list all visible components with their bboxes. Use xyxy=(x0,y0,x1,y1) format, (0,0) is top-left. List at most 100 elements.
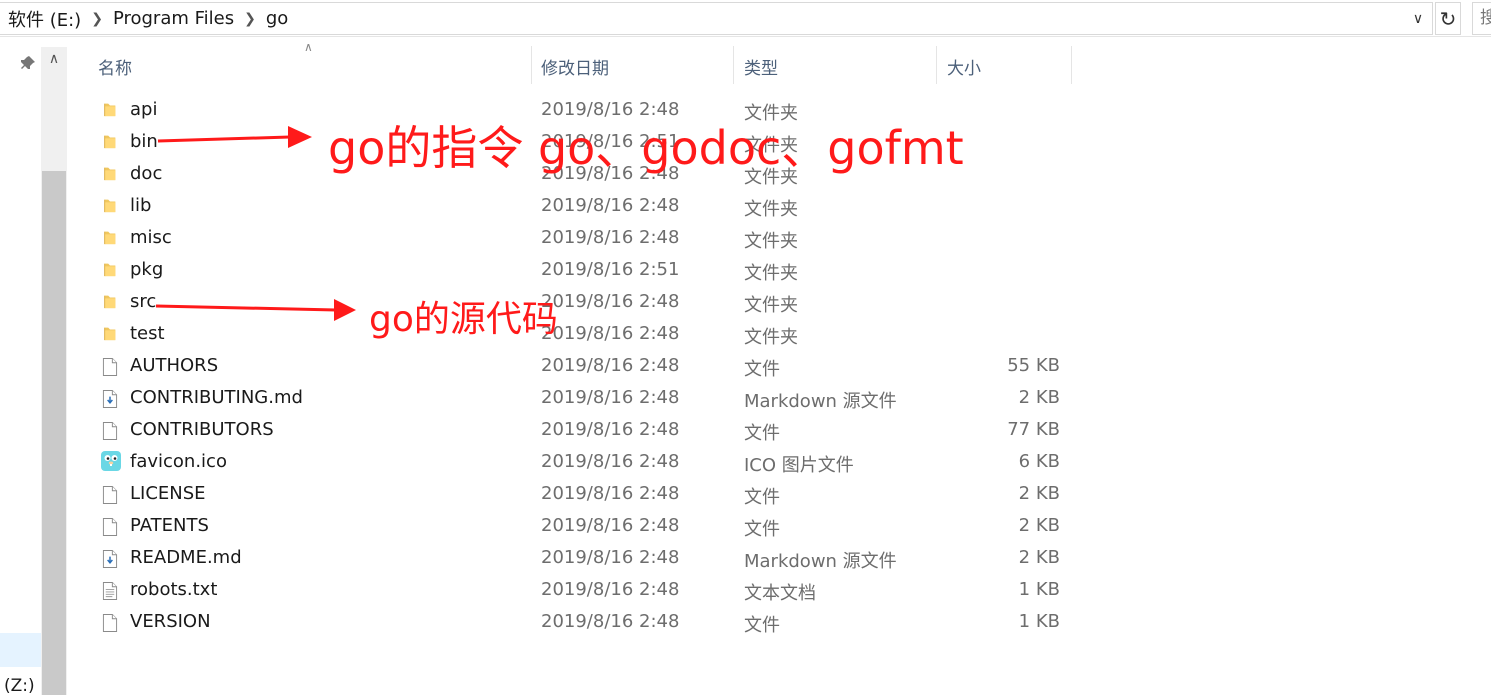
breadcrumb-go[interactable]: go xyxy=(262,8,292,29)
file-type: 文件 xyxy=(744,519,780,540)
file-date: 2019/8/16 2:48 xyxy=(541,355,680,376)
file-type: 文件夹 xyxy=(744,231,798,252)
column-header-name[interactable]: 名称 xyxy=(88,46,530,86)
file-icon xyxy=(102,357,120,376)
file-date: 2019/8/16 2:48 xyxy=(541,451,680,472)
refresh-button[interactable]: ↻ xyxy=(1435,2,1461,35)
file-row[interactable]: misc 2019/8/16 2:48 文件夹 xyxy=(0,222,1491,254)
search-input[interactable]: 搜 xyxy=(1472,2,1491,35)
file-name[interactable]: misc xyxy=(130,227,172,248)
file-icon xyxy=(102,421,120,440)
file-date: 2019/8/16 2:51 xyxy=(541,259,680,280)
file-name[interactable]: VERSION xyxy=(130,611,211,632)
file-name[interactable]: bin xyxy=(130,131,158,152)
file-type: Markdown 源文件 xyxy=(744,391,897,412)
address-field[interactable]: 软件 (E:) ❯ Program Files ❯ go ∨ xyxy=(0,2,1433,35)
file-type: 文件 xyxy=(744,359,780,380)
file-name[interactable]: README.md xyxy=(130,547,242,568)
file-row[interactable]: test 2019/8/16 2:48 文件夹 xyxy=(0,318,1491,350)
file-row[interactable]: favicon.ico 2019/8/16 2:48 ICO 图片文件 6 KB xyxy=(0,446,1491,478)
file-name[interactable]: src xyxy=(130,291,156,312)
file-row[interactable]: VERSION 2019/8/16 2:48 文件 1 KB xyxy=(0,606,1491,638)
folder-icon xyxy=(102,229,120,248)
column-header-date[interactable]: 修改日期 xyxy=(531,46,733,86)
file-size: 6 KB xyxy=(1018,451,1060,472)
annotation-bin-note: go的指令 go、godoc、gofmt xyxy=(328,121,964,175)
file-type: 文件夹 xyxy=(744,327,798,348)
file-name[interactable]: api xyxy=(130,99,157,120)
file-name[interactable]: doc xyxy=(130,163,162,184)
file-type: Markdown 源文件 xyxy=(744,551,897,572)
pin-icon[interactable] xyxy=(20,55,36,71)
file-type: 文本文档 xyxy=(744,583,816,604)
file-row[interactable]: README.md 2019/8/16 2:48 Markdown 源文件 2 KB xyxy=(0,542,1491,574)
gopher-icon xyxy=(101,451,121,472)
file-type: 文件 xyxy=(744,487,780,508)
markdown-file-icon xyxy=(102,389,120,408)
file-row[interactable]: LICENSE 2019/8/16 2:48 文件 2 KB xyxy=(0,478,1491,510)
file-size: 2 KB xyxy=(1018,547,1060,568)
chevron-right-icon[interactable]: ❯ xyxy=(85,11,109,27)
scroll-up-icon[interactable]: ∧ xyxy=(41,51,67,71)
column-header-type[interactable]: 类型 xyxy=(734,46,936,86)
file-type: 文件夹 xyxy=(744,263,798,284)
file-date: 2019/8/16 2:48 xyxy=(541,227,680,248)
file-type: ICO 图片文件 xyxy=(744,455,854,476)
file-row[interactable]: AUTHORS 2019/8/16 2:48 文件 55 KB xyxy=(0,350,1491,382)
file-size: 2 KB xyxy=(1018,387,1060,408)
breadcrumb-program-files[interactable]: Program Files xyxy=(109,8,238,29)
file-row[interactable]: pkg 2019/8/16 2:51 文件夹 xyxy=(0,254,1491,286)
chevron-right-icon[interactable]: ❯ xyxy=(238,11,262,27)
file-type: 文件夹 xyxy=(744,295,798,316)
file-date: 2019/8/16 2:48 xyxy=(541,547,680,568)
file-icon xyxy=(102,485,120,504)
folder-icon xyxy=(102,325,120,344)
chevron-down-icon[interactable]: ∨ xyxy=(1408,7,1428,31)
file-name[interactable]: test xyxy=(130,323,165,344)
file-type: 文件 xyxy=(744,423,780,444)
nav-selected-item[interactable] xyxy=(0,633,41,667)
file-type: 文件 xyxy=(744,615,780,636)
file-row[interactable]: PATENTS 2019/8/16 2:48 文件 2 KB xyxy=(0,510,1491,542)
folder-icon xyxy=(102,133,120,152)
file-size: 55 KB xyxy=(1007,355,1060,376)
breadcrumb-drive[interactable]: 软件 (E:) xyxy=(0,6,85,32)
column-divider[interactable] xyxy=(1071,46,1072,84)
annotation-src-note: go的源代码 xyxy=(369,299,558,340)
folder-icon xyxy=(102,261,120,280)
address-bar: 软件 (E:) ❯ Program Files ❯ go ∨ ↻ 搜 xyxy=(0,0,1491,37)
file-date: 2019/8/16 2:48 xyxy=(541,195,680,216)
file-size: 2 KB xyxy=(1018,515,1060,536)
file-name[interactable]: robots.txt xyxy=(130,579,217,600)
file-name[interactable]: pkg xyxy=(130,259,163,280)
file-row[interactable]: CONTRIBUTORS 2019/8/16 2:48 文件 77 KB xyxy=(0,414,1491,446)
file-icon xyxy=(102,613,120,632)
file-date: 2019/8/16 2:48 xyxy=(541,611,680,632)
file-row[interactable]: src 2019/8/16 2:48 文件夹 xyxy=(0,286,1491,318)
file-type: 文件夹 xyxy=(744,199,798,220)
file-row[interactable]: lib 2019/8/16 2:48 文件夹 xyxy=(0,190,1491,222)
file-name[interactable]: favicon.ico xyxy=(130,451,227,472)
column-header-size[interactable]: 大小 xyxy=(937,46,1071,86)
file-row[interactable]: CONTRIBUTING.md 2019/8/16 2:48 Markdown 源文… xyxy=(0,382,1491,414)
file-row[interactable]: robots.txt 2019/8/16 2:48 文本文档 1 KB xyxy=(0,574,1491,606)
file-name[interactable]: LICENSE xyxy=(130,483,206,504)
file-date: 2019/8/16 2:48 xyxy=(541,387,680,408)
file-date: 2019/8/16 2:48 xyxy=(541,291,680,312)
file-name[interactable]: AUTHORS xyxy=(130,355,218,376)
text-file-icon xyxy=(102,581,120,600)
file-size: 1 KB xyxy=(1018,579,1060,600)
file-date: 2019/8/16 2:48 xyxy=(541,515,680,536)
file-date: 2019/8/16 2:48 xyxy=(541,483,680,504)
file-name[interactable]: lib xyxy=(130,195,151,216)
file-date: 2019/8/16 2:48 xyxy=(541,579,680,600)
file-name[interactable]: CONTRIBUTING.md xyxy=(130,387,303,408)
folder-icon xyxy=(102,197,120,216)
file-name[interactable]: CONTRIBUTORS xyxy=(130,419,274,440)
nav-drive-label[interactable]: (Z:) xyxy=(4,676,35,695)
file-size: 1 KB xyxy=(1018,611,1060,632)
file-size: 77 KB xyxy=(1007,419,1060,440)
file-name[interactable]: PATENTS xyxy=(130,515,209,536)
folder-icon xyxy=(102,293,120,312)
file-date: 2019/8/16 2:48 xyxy=(541,323,680,344)
